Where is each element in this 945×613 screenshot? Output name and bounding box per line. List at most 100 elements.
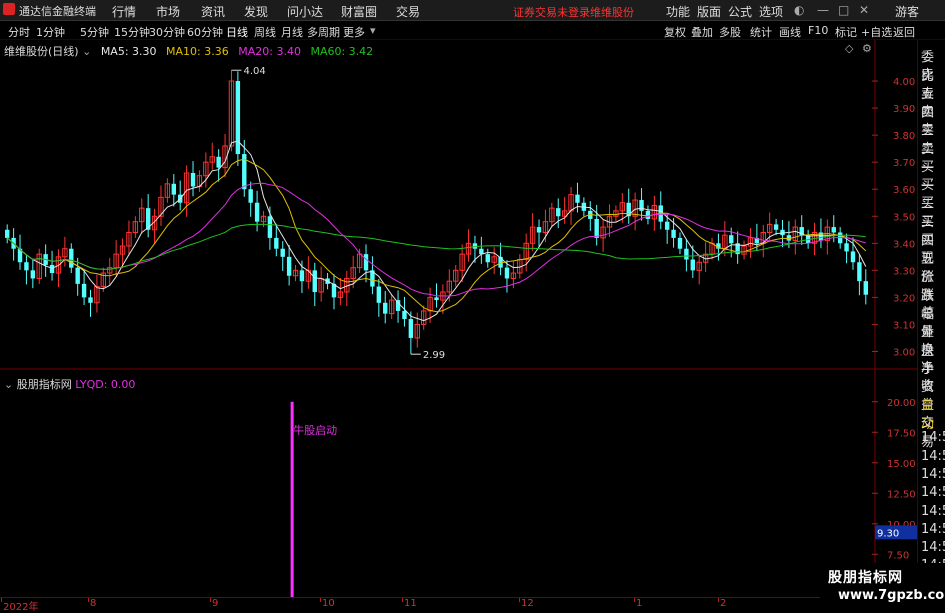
y-tick-label: 3.60 — [893, 185, 915, 196]
period-15min[interactable]: 15分钟 — [114, 24, 150, 40]
candle-body — [69, 248, 74, 268]
quote-row-label: 14:56 — [921, 448, 945, 464]
candle-body — [312, 270, 317, 292]
period-more[interactable]: 更多 — [343, 24, 365, 40]
quote-row-label: 14:56 — [921, 466, 945, 482]
menu-zixun[interactable]: 资讯 — [201, 3, 225, 20]
date-label: 2 — [720, 598, 727, 609]
btn-diejia[interactable]: 叠加 — [691, 24, 713, 40]
quote-row-label: 14:56 — [921, 521, 945, 537]
indicator-chart[interactable]: 20.0017.5015.0012.5010.007.505.009.30牛股启… — [0, 370, 917, 597]
menu-faxian[interactable]: 发现 — [244, 3, 268, 20]
candle-body — [402, 310, 407, 320]
period-multi[interactable]: 多周期 — [307, 24, 340, 40]
period-1min[interactable]: 1分钟 — [36, 24, 65, 40]
candle-body — [383, 302, 388, 314]
app-name: 通达信金融终端 — [19, 5, 96, 18]
candle-body — [30, 270, 36, 279]
menu-gongneng[interactable]: 功能 — [666, 3, 690, 20]
candle-body — [664, 221, 670, 230]
low-price-label: 2.99 — [423, 350, 445, 361]
candle-body — [248, 189, 253, 203]
candle-body — [729, 235, 734, 244]
menu-shichang[interactable]: 市场 — [156, 3, 180, 20]
period-60min[interactable]: 60分钟 — [187, 24, 223, 40]
candle-body — [677, 237, 683, 249]
date-label: 9 — [212, 598, 219, 609]
candle-body — [671, 229, 676, 238]
high-price-label: 4.04 — [243, 66, 265, 77]
candle-body — [280, 248, 285, 257]
candle-body — [773, 224, 779, 230]
candle-body — [267, 216, 273, 238]
candle-body — [88, 297, 93, 303]
menu-banmian[interactable]: 版面 — [697, 3, 721, 20]
date-tick — [1, 598, 2, 602]
btn-huaxian[interactable]: 画线 — [779, 24, 801, 40]
btn-tongji[interactable]: 统计 — [750, 24, 772, 40]
candle-body — [171, 183, 176, 195]
menu-jiaoyi[interactable]: 交易 — [396, 3, 420, 20]
y-tick-label: 3.20 — [893, 293, 915, 304]
candle-body — [857, 262, 862, 282]
title-bar: 通达信金融终端 行情 市场 资讯 发现 问小达 财富圈 交易 证券交易未登录 维… — [0, 0, 945, 21]
close-icon[interactable]: ✕ — [859, 3, 869, 17]
candle-body — [684, 248, 689, 260]
btn-f10[interactable]: F10 — [808, 24, 828, 37]
watermark-url: www.7gpzb.com — [838, 588, 945, 603]
candle-body — [844, 243, 849, 252]
date-label: 1 — [636, 598, 643, 609]
candle-body — [434, 297, 439, 301]
signal-label: 牛股启动 — [293, 423, 337, 437]
candlestick-chart[interactable]: 4.00 3.90 3.80 3.70 3.60 3.50 3.40 3.30 3.20 3.10… — [0, 40, 917, 370]
quote-row-label: 14:56 — [921, 485, 945, 501]
period-monthly[interactable]: 月线 — [281, 24, 303, 40]
user-guest[interactable]: 游客 — [895, 3, 919, 20]
site-watermark: 股朋指标网 www.7gpzb.com — [820, 563, 945, 609]
y-tick-label: 4.00 — [893, 77, 915, 88]
ma-line-ma20 — [6, 182, 866, 297]
minimize-icon[interactable]: — — [817, 3, 829, 17]
y-tick-label: 3.00 — [893, 347, 915, 358]
candle-body — [408, 319, 414, 338]
candle-body — [24, 262, 29, 271]
period-weekly[interactable]: 周线 — [254, 24, 276, 40]
btn-fanhui[interactable]: 返回 — [893, 24, 915, 40]
date-label: 12 — [521, 598, 534, 609]
date-label: 11 — [404, 598, 417, 609]
btn-fuquan[interactable]: 复权 — [664, 24, 686, 40]
menu-wenxiaoda[interactable]: 问小达 — [287, 3, 323, 20]
date-tick — [718, 598, 719, 602]
period-30min[interactable]: 30分钟 — [149, 24, 185, 40]
sub-y-tick-label: 20.00 — [887, 398, 916, 409]
candle-body — [850, 251, 856, 263]
candle-body — [216, 156, 221, 168]
period-fenshi[interactable]: 分时 — [8, 24, 30, 40]
candle-body — [594, 218, 599, 238]
y-tick-label: 3.10 — [893, 320, 915, 331]
quote-row-label: 14:56 — [921, 430, 945, 446]
menu-caifuquan[interactable]: 财富圈 — [341, 3, 377, 20]
candle-body — [395, 300, 401, 311]
menu-hangqing[interactable]: 行情 — [112, 3, 136, 20]
btn-biaoji[interactable]: 标记 — [835, 24, 857, 40]
menu-xuanxiang[interactable]: 选项 — [759, 3, 783, 20]
date-tick — [320, 598, 321, 602]
menu-gongshi[interactable]: 公式 — [728, 3, 752, 20]
watermark-title: 股朋指标网 — [828, 570, 903, 586]
candle-body — [485, 254, 490, 263]
y-tick-label: 3.50 — [893, 212, 915, 223]
skin-icon[interactable]: ◐ — [794, 3, 804, 17]
btn-duogu[interactable]: 多股 — [719, 24, 741, 40]
y-tick-label: 3.30 — [893, 266, 915, 277]
login-notice[interactable]: 证券交易未登录 — [513, 4, 590, 20]
period-5min[interactable]: 5分钟 — [80, 24, 109, 40]
maximize-icon[interactable]: □ — [838, 3, 849, 17]
candle-body — [863, 281, 868, 295]
period-daily[interactable]: 日线 — [226, 24, 248, 40]
date-tick — [88, 598, 89, 602]
btn-zixuan[interactable]: +自选 — [861, 24, 892, 40]
more-chevron-icon[interactable]: ▾ — [370, 24, 376, 37]
y-tick-label: 3.70 — [893, 158, 915, 169]
candle-body — [690, 259, 695, 271]
